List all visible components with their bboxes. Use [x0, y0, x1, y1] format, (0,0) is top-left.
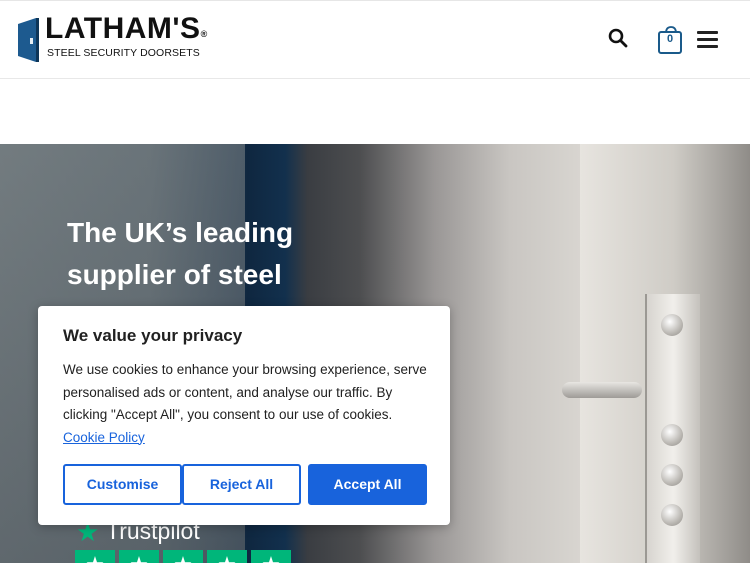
- search-button[interactable]: [607, 27, 629, 49]
- accept-all-button[interactable]: Accept All: [308, 464, 427, 505]
- logo-subtitle: STEEL SECURITY DOORSETS: [47, 47, 200, 59]
- rating-star-icon: ★: [251, 550, 291, 563]
- cart-count: 0: [666, 33, 674, 45]
- rating-star-icon: ★: [119, 550, 159, 563]
- hamburger-menu-icon: [697, 31, 718, 48]
- cart-button[interactable]: 0: [657, 25, 685, 55]
- logo-registered-mark: ®: [200, 29, 208, 39]
- cookie-dialog-title: We value your privacy: [63, 326, 243, 345]
- hero-title: The UK’s leading supplier of steel: [67, 217, 294, 290]
- customise-button[interactable]: Customise: [63, 464, 182, 505]
- door-logo-icon: [18, 18, 39, 62]
- lock-bolt: [661, 464, 683, 486]
- logo-title: LATHAM'S®: [45, 12, 208, 45]
- site-header: LATHAM'S® STEEL SECURITY DOORSETS 0: [0, 0, 750, 79]
- rating-star-icon: ★: [163, 550, 203, 563]
- lock-bolt: [661, 504, 683, 526]
- rating-star-icon: ★: [75, 550, 115, 563]
- lock-plate-image: [645, 294, 700, 563]
- cookie-consent-dialog: We value your privacy We use cookies to …: [38, 306, 450, 525]
- reject-all-button[interactable]: Reject All: [182, 464, 301, 505]
- door-handle-image: [562, 382, 642, 398]
- page: LATHAM'S® STEEL SECURITY DOORSETS 0 The …: [0, 0, 750, 563]
- cookie-dialog-body: We use cookies to enhance your browsing …: [63, 359, 428, 449]
- hamburger-menu-button[interactable]: [697, 31, 718, 49]
- cookie-body-text: We use cookies to enhance your browsing …: [63, 362, 427, 422]
- site-logo[interactable]: LATHAM'S® STEEL SECURITY DOORSETS: [18, 12, 228, 64]
- lock-bolt: [661, 314, 683, 336]
- search-icon: [608, 28, 628, 48]
- cookie-policy-link[interactable]: Cookie Policy: [63, 430, 145, 445]
- lock-bolt: [661, 424, 683, 446]
- rating-star-icon: ★: [207, 550, 247, 563]
- trustpilot-rating: ★ ★ ★ ★ ★: [75, 550, 295, 563]
